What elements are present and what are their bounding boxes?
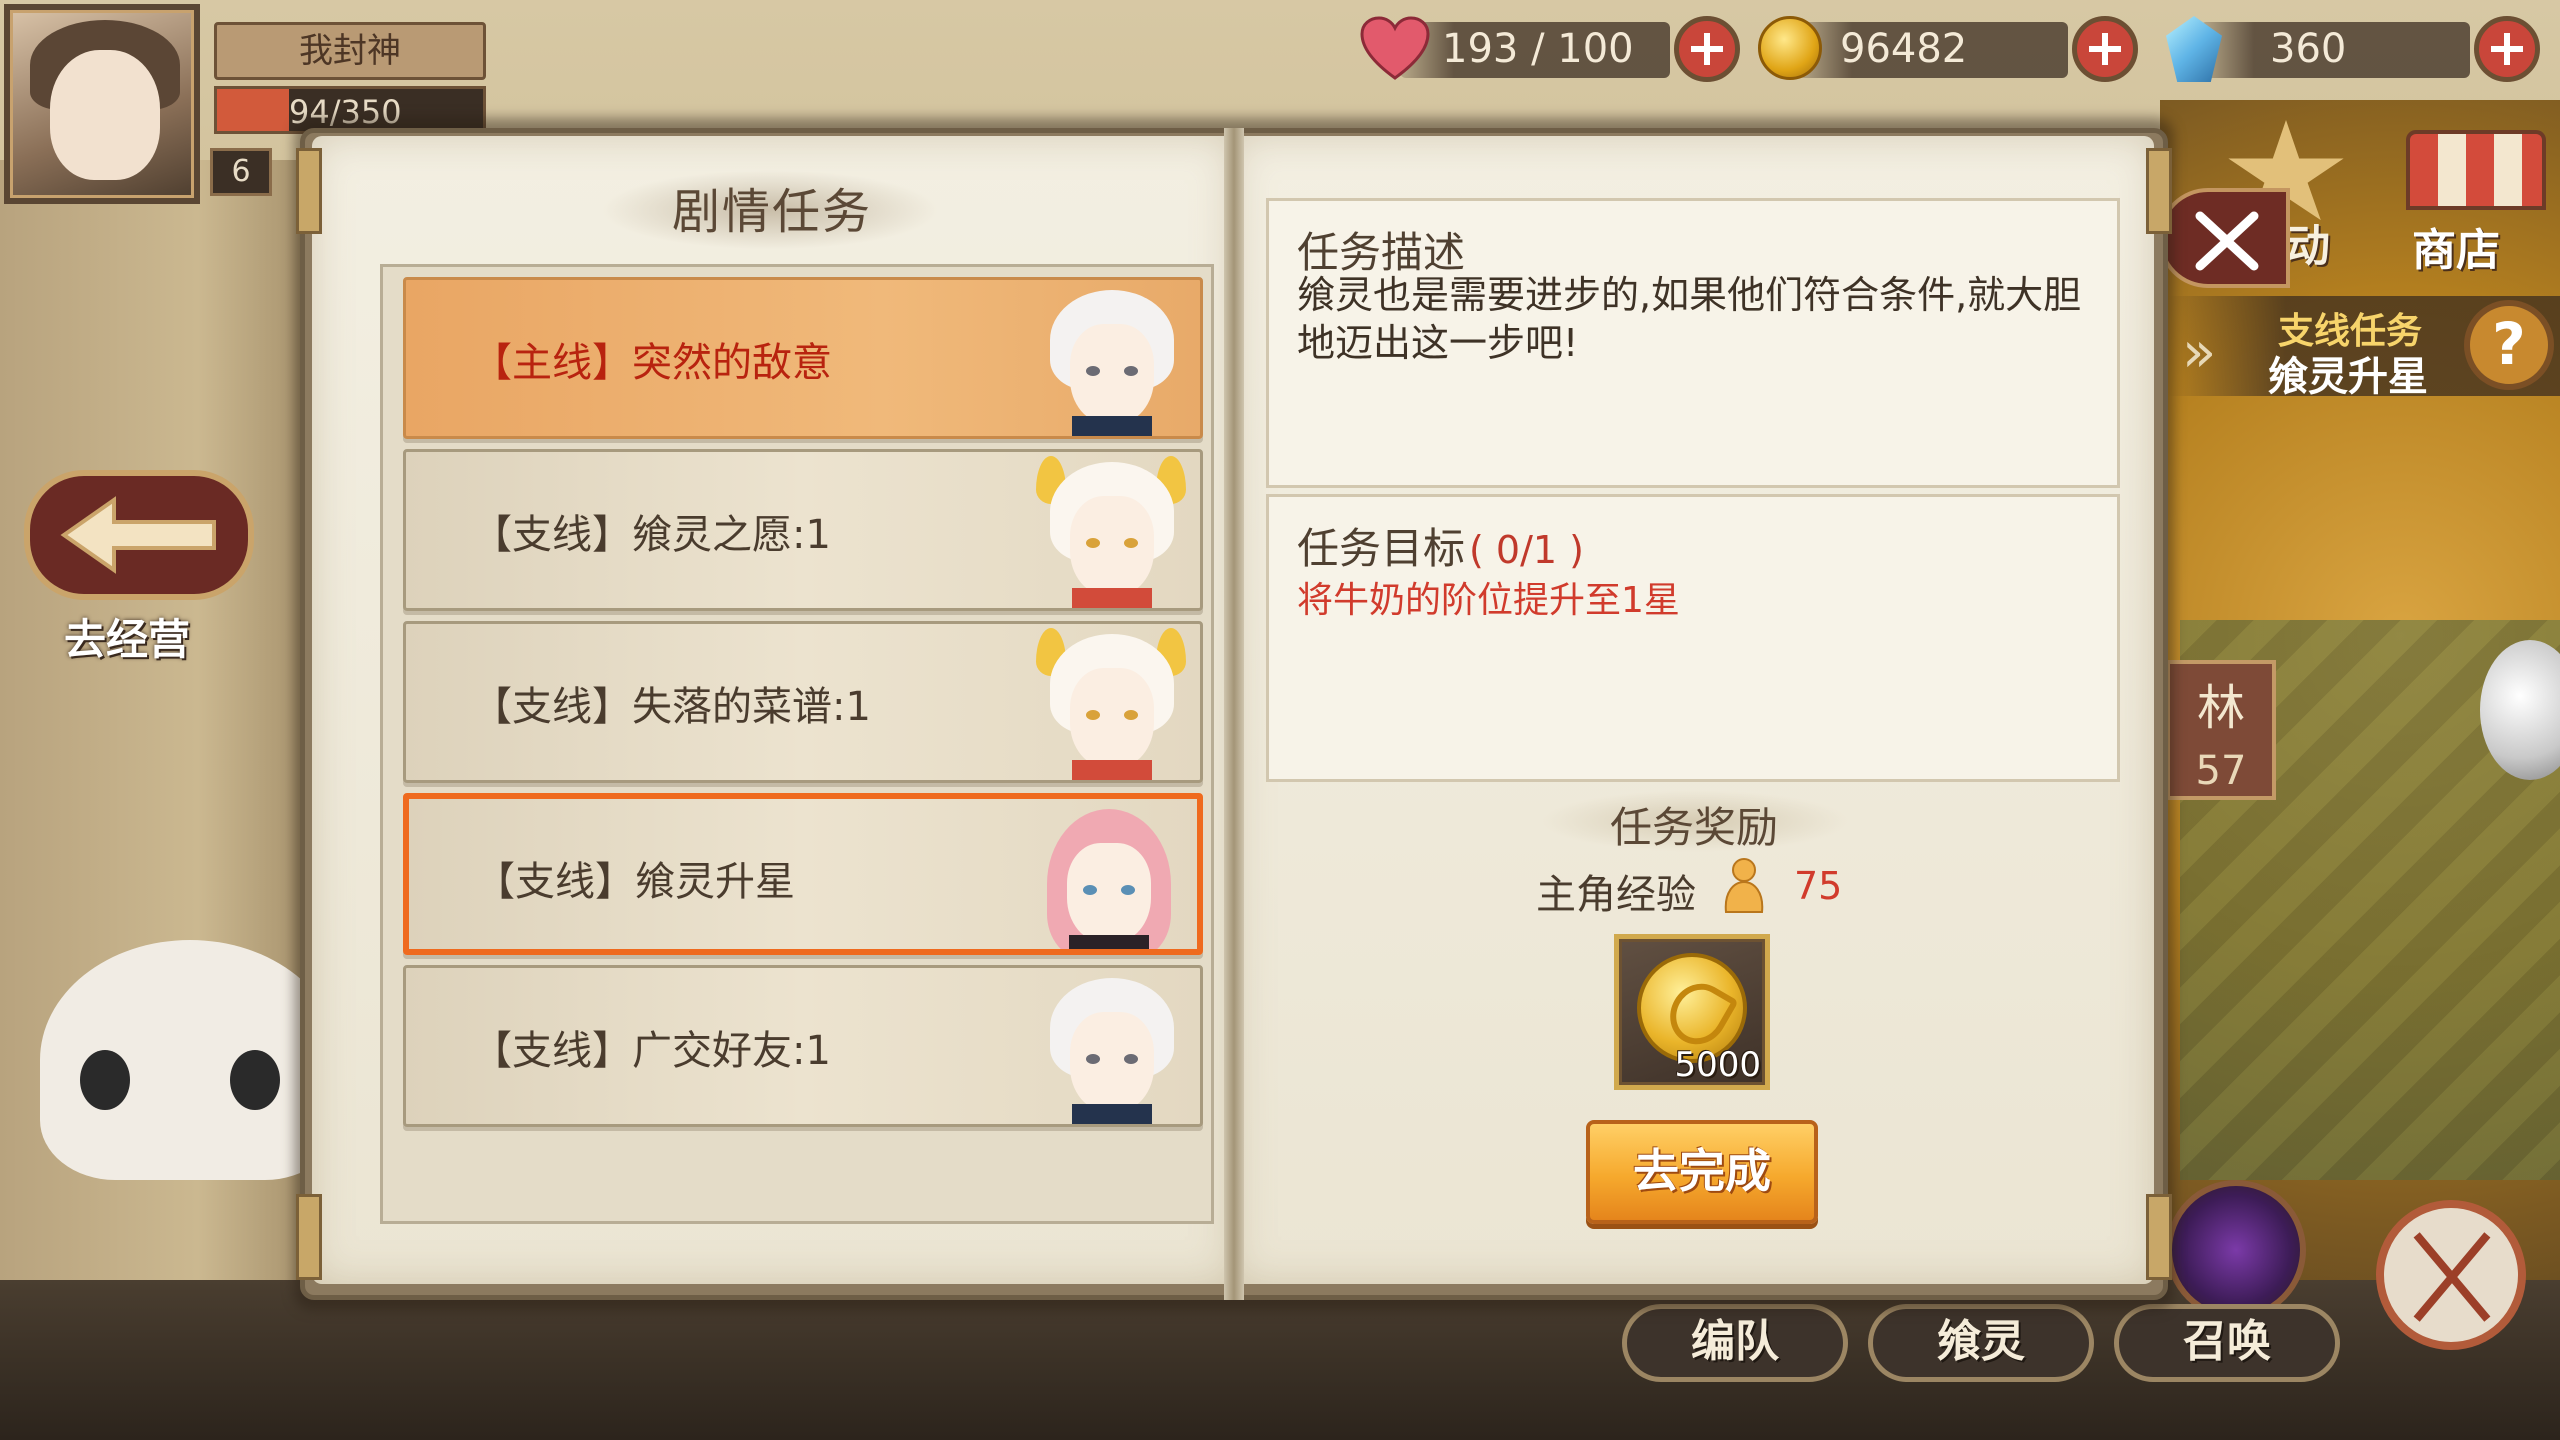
- book-corner: [2146, 1194, 2172, 1280]
- background-building: [0, 160, 330, 1440]
- exp-icon: [1724, 858, 1764, 913]
- avatar-eye: [1124, 538, 1138, 548]
- quest-list: 【主线】突然的敌意 【支线】飨灵之愿:1 【支线】失落的菜谱:1 【支线】飨灵升…: [380, 264, 1214, 1224]
- avatar-collar: [1069, 935, 1149, 949]
- quest-description-box: 任务描述 飨灵也是需要进步的,如果他们符合条件,就大胆地迈出这一步吧!: [1266, 198, 2120, 488]
- avatar-eye: [1086, 366, 1100, 376]
- white-hair-boy-avatar: [1032, 284, 1192, 436]
- shop-button[interactable]: 商店: [2386, 110, 2556, 280]
- go-manage-label: 去经营: [64, 615, 191, 664]
- quest-label: 【支线】广交好友:1: [472, 1028, 831, 1074]
- quest-label: 【支线】飨灵升星: [475, 859, 795, 905]
- cooking-button[interactable]: [2376, 1200, 2526, 1350]
- gold-resource: 96482: [1758, 10, 2138, 90]
- exp-value: 75: [1794, 864, 1843, 908]
- book-corner: [296, 148, 322, 234]
- white-hair-boy-avatar: [1032, 972, 1192, 1124]
- reward-title: 任务奖励: [1610, 803, 1779, 852]
- zone-name: 林: [2196, 680, 2245, 736]
- shop-label: 商店: [2412, 225, 2500, 276]
- stamina-resource: 193 / 100: [1360, 10, 1740, 90]
- book-spine: [1224, 128, 1244, 1300]
- avatar-eye: [1083, 885, 1097, 895]
- add-gold-button[interactable]: [2072, 16, 2138, 82]
- avatar-face: [1070, 1012, 1154, 1112]
- double-chevron-icon: »: [2182, 320, 2217, 385]
- back-arrow-icon: [60, 496, 216, 574]
- avatar-eye: [1086, 710, 1100, 720]
- go-complete-button[interactable]: 去完成: [1586, 1120, 1818, 1224]
- shop-icon: [2406, 130, 2546, 210]
- player-avatar[interactable]: [4, 4, 200, 204]
- team-button[interactable]: 编队: [1622, 1304, 1848, 1382]
- goal-text: 将牛奶的阶位提升至1星: [1297, 580, 1680, 621]
- heart-icon: [1360, 16, 1430, 80]
- close-button[interactable]: [2158, 188, 2290, 288]
- avatar-collar: [1072, 760, 1152, 780]
- player-level: 6: [210, 148, 272, 196]
- reward-quantity: 5000: [1674, 1045, 1761, 1085]
- avatar-face: [1067, 843, 1151, 943]
- quest-label: 【主线】突然的敌意: [472, 340, 832, 386]
- gold-coin-icon: [1758, 16, 1828, 82]
- avatar-eye: [1124, 1054, 1138, 1064]
- avatar-eye: [1124, 366, 1138, 376]
- player-name: 我封神: [214, 22, 486, 80]
- avatar-eye: [1121, 885, 1135, 895]
- avatar-face: [1070, 324, 1154, 424]
- quest-list-title: 剧情任务: [672, 184, 873, 240]
- avatar-eye: [1124, 710, 1138, 720]
- quest-item-side[interactable]: 【支线】失落的菜谱:1: [403, 621, 1203, 783]
- gold-reward-slot[interactable]: 5000: [1614, 934, 1770, 1090]
- zone-number: 57: [2195, 748, 2247, 794]
- map-zone-tag[interactable]: 林 57: [2166, 660, 2276, 800]
- add-stamina-button[interactable]: [1674, 16, 1740, 82]
- activity-label: 动: [2286, 221, 2330, 272]
- avatar-collar: [1072, 416, 1152, 436]
- spirit-button[interactable]: 飨灵: [1868, 1304, 2094, 1382]
- crystal-icon: [2160, 16, 2230, 82]
- avatar-collar: [1072, 588, 1152, 608]
- exp-label: 主角经验: [1536, 872, 1696, 918]
- white-hair-girl-avatar: [1032, 456, 1192, 608]
- goal-title-row: 任务目标( 0/1 ): [1297, 515, 1584, 576]
- avatar-face: [1070, 668, 1154, 768]
- quest-goal-box: 任务目标( 0/1 ) 将牛奶的阶位提升至1星: [1266, 494, 2120, 782]
- pink-hair-boy-avatar: [1029, 803, 1189, 949]
- goal-progress: ( 0/1 ): [1469, 528, 1584, 572]
- white-hair-girl-avatar: [1032, 628, 1192, 780]
- description-text: 飨灵也是需要进步的,如果他们符合条件,就大胆地迈出这一步吧!: [1297, 273, 2082, 365]
- quest-item-main[interactable]: 【主线】突然的敌意: [403, 277, 1203, 439]
- exp-bar-fill: [217, 89, 289, 131]
- summon-circle-icon: [2166, 1180, 2306, 1320]
- avatar-face: [50, 50, 160, 180]
- book-corner: [296, 1194, 322, 1280]
- gold-value: 96482: [1840, 26, 1968, 72]
- avatar-face: [1070, 496, 1154, 596]
- quest-item-side[interactable]: 【支线】广交好友:1: [403, 965, 1203, 1127]
- help-button[interactable]: ?: [2464, 300, 2554, 390]
- gem-resource: 360: [2160, 10, 2540, 90]
- avatar-eye: [1086, 538, 1100, 548]
- go-manage-button[interactable]: 去经营: [14, 460, 264, 664]
- avatar-eye: [1086, 1054, 1100, 1064]
- close-icon: [2195, 211, 2259, 271]
- quest-label: 【支线】失落的菜谱:1: [472, 684, 871, 730]
- gem-value: 360: [2270, 26, 2347, 72]
- quest-tip-name: 飨灵升星: [2268, 354, 2428, 400]
- add-gem-button[interactable]: [2474, 16, 2540, 82]
- quest-item-side-selected[interactable]: 【支线】飨灵升星: [403, 793, 1203, 955]
- avatar-collar: [1072, 1104, 1152, 1124]
- quest-label: 【支线】飨灵之愿:1: [472, 512, 831, 558]
- goal-title: 任务目标: [1297, 524, 1466, 573]
- stamina-value: 193 / 100: [1442, 26, 1634, 72]
- summon-button[interactable]: 召唤: [2114, 1304, 2340, 1382]
- book-corner: [2146, 148, 2172, 234]
- quest-item-side[interactable]: 【支线】飨灵之愿:1: [403, 449, 1203, 611]
